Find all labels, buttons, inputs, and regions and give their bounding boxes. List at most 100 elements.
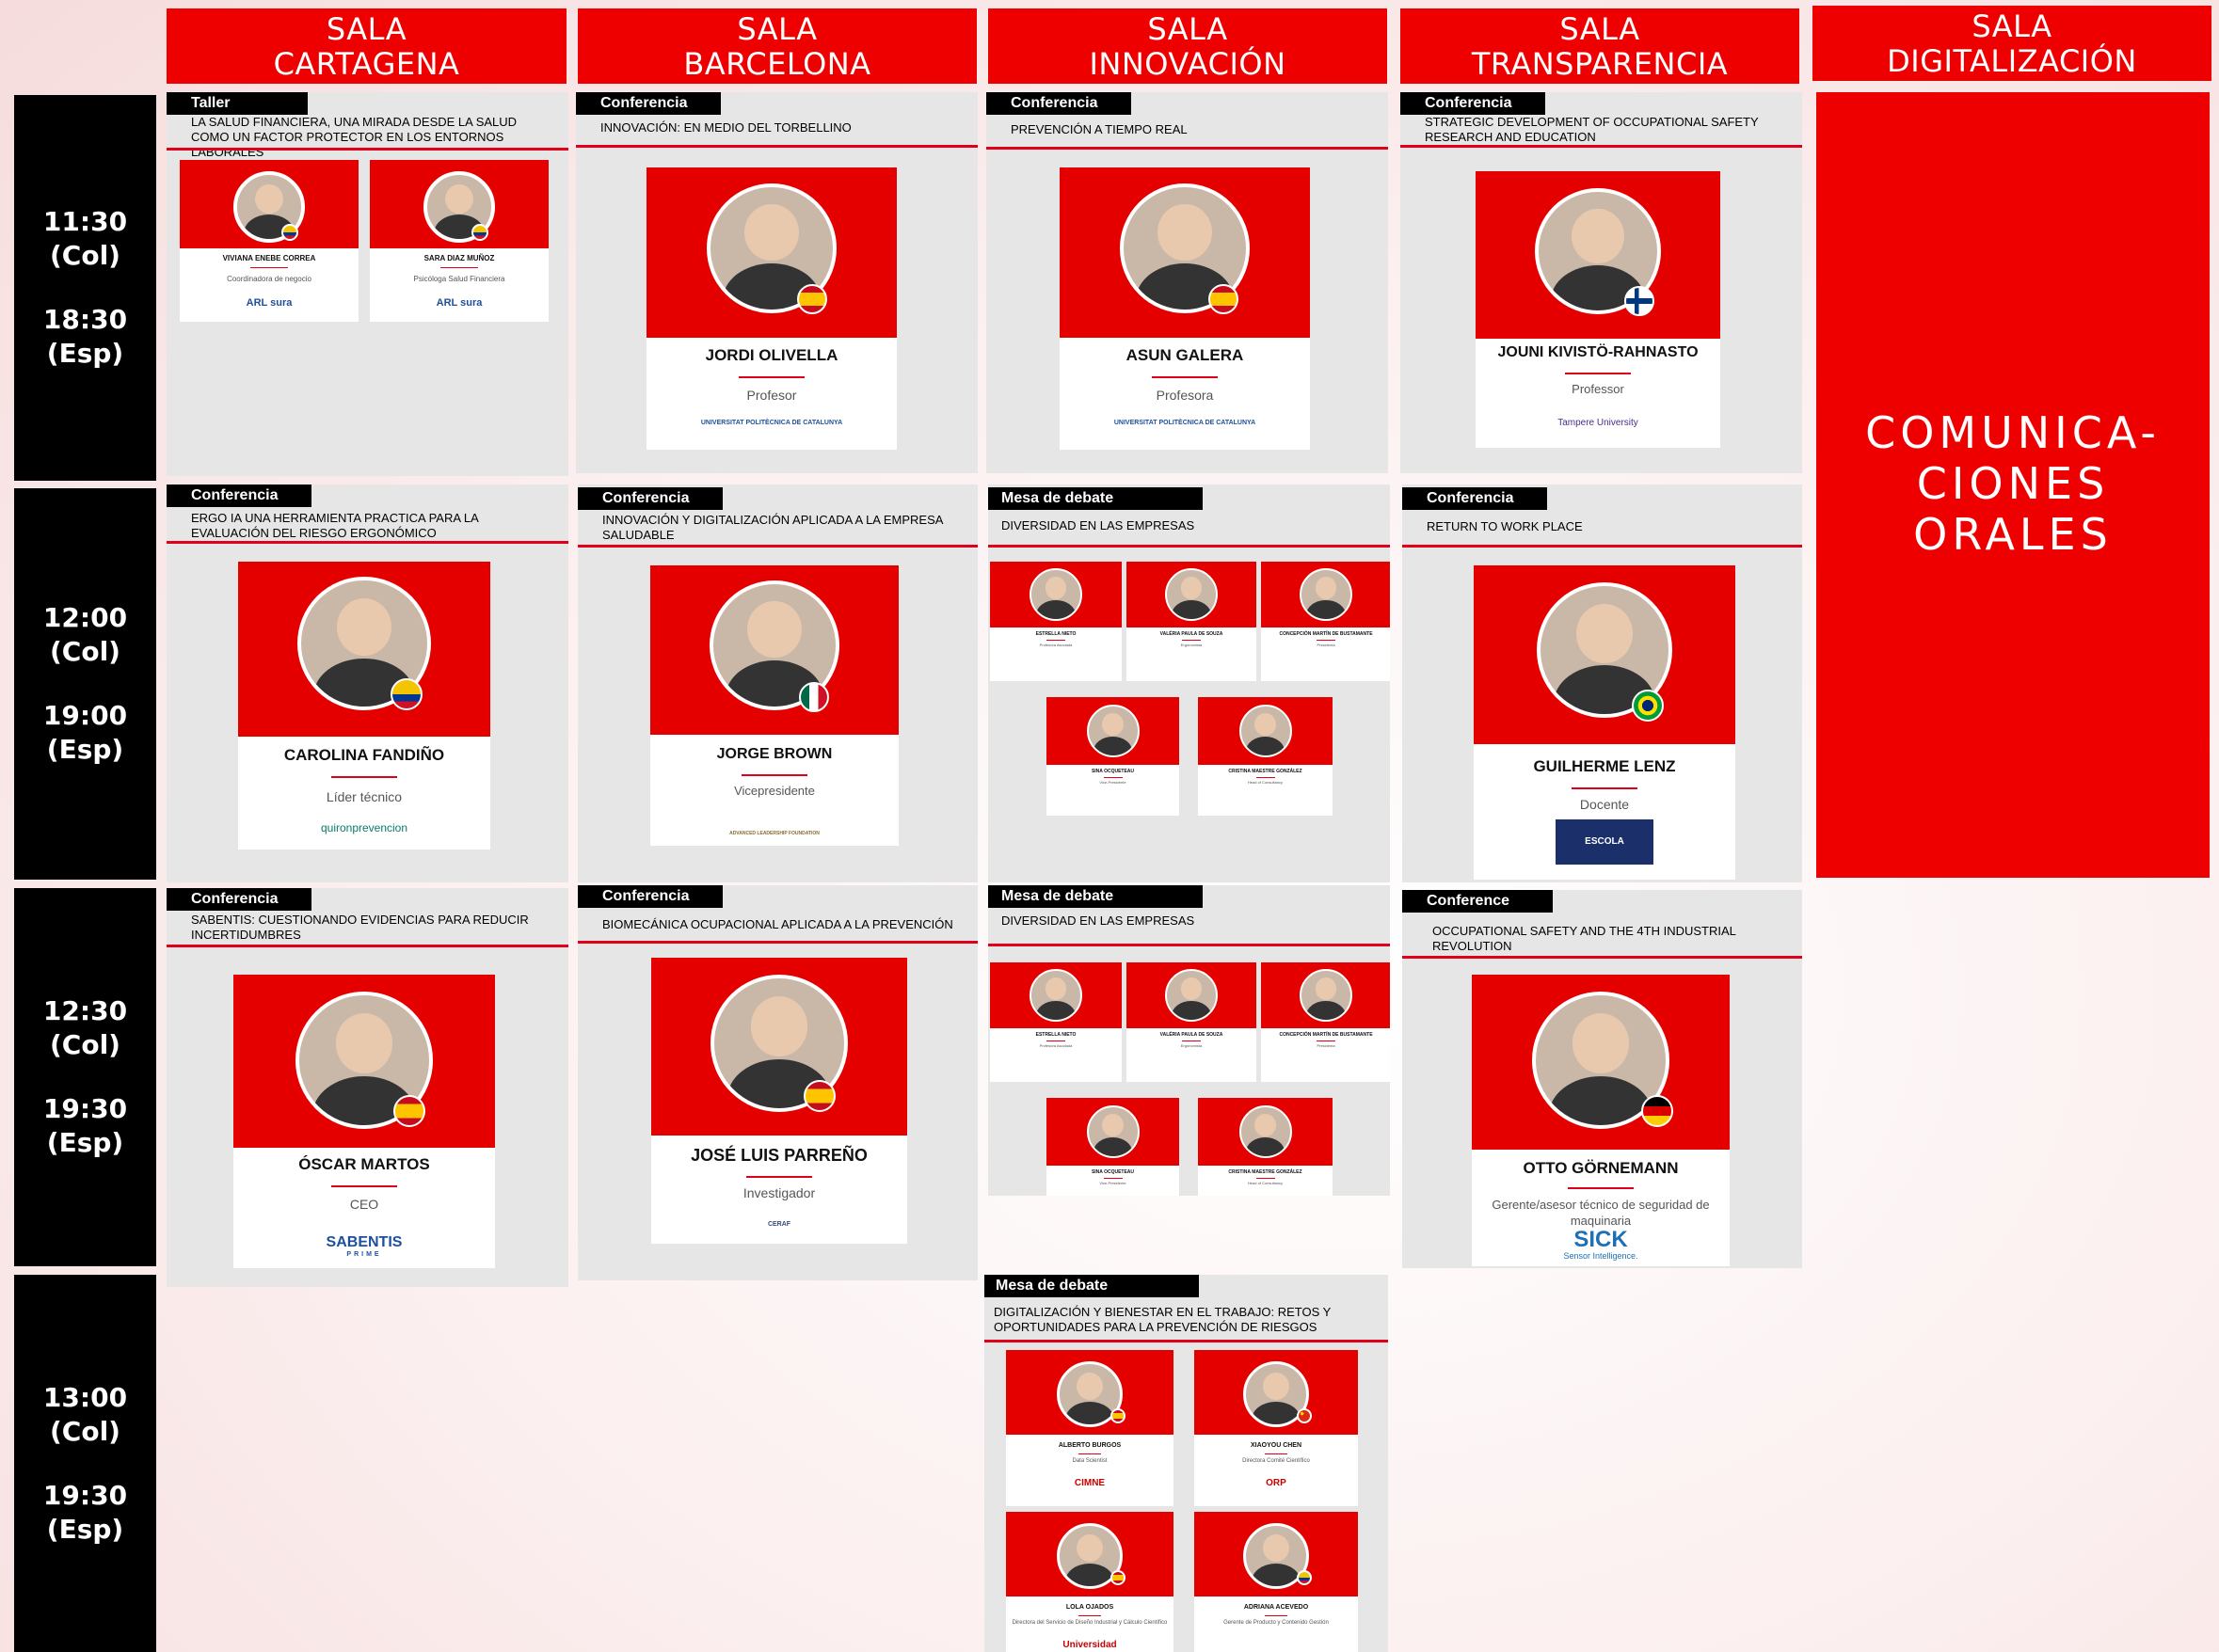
speaker-role: Coordinadora de negocio (227, 275, 311, 283)
flag-icon (1297, 1408, 1312, 1423)
speaker-role: Directora Comité Científico (1242, 1458, 1310, 1464)
time-esp: 19:30 (42, 1093, 128, 1124)
room-name: CARTAGENA (273, 46, 460, 82)
speaker-role: Head of Consultancy (1247, 1181, 1284, 1185)
speaker-name: CAROLINA FANDIÑO (283, 746, 445, 764)
panelist-card[interactable]: CRISTINA MAESTRE GONZÁLEZ Head of Consul… (1198, 697, 1333, 816)
session-title: Innovación y digitalización aplicada a l… (602, 513, 943, 542)
speaker-name: ADRIANA ACEVEDO (1243, 1604, 1309, 1611)
panelist-card[interactable]: SINA OCQUETEAU Vice-Presidente (1046, 697, 1179, 816)
room-header-digitalizacion: SALA DIGITALIZACIÓN (1812, 6, 2211, 81)
speaker-card[interactable]: VIVIANA ENEBE CORREA Coordinadora de neg… (180, 160, 359, 322)
speaker-card[interactable]: JORDI OLIVELLA Profesor UNIVERSITAT POLI… (647, 167, 897, 450)
panelist-card[interactable]: CONCEPCIÓN MARTÍN DE BUSTAMANTE Presiden… (1261, 562, 1390, 681)
speaker-photo (1165, 568, 1218, 621)
session-cartagena-1[interactable]: Taller La salud financiera, una mirada d… (167, 92, 568, 476)
session-type-tag: Conferencia (578, 487, 723, 510)
session-innovacion-3[interactable]: Mesa de debate Diversidad en las empresa… (988, 885, 1390, 1196)
time-col: 11:30 (42, 206, 128, 237)
panelist-card[interactable]: VALÉRIA PAULA DE SOUZA Ergonomista (1126, 962, 1256, 1082)
session-title: La salud financiera, una mirada desde la… (191, 115, 518, 159)
mexico-flag-icon (799, 682, 829, 712)
speaker-card[interactable]: JOUNI KIVISTÖ-RAHNASTO Professor Tampere… (1476, 171, 1720, 448)
panelist-card[interactable]: XIAOYOU CHEN Directora Comité Científico… (1194, 1350, 1358, 1506)
session-transparencia-1[interactable]: Conferencia Strategic development of occ… (1400, 92, 1802, 473)
time-col-tz: (Col) (50, 240, 120, 271)
session-innovacion-1[interactable]: Conferencia Prevención a tiempo real ASU… (986, 92, 1388, 473)
speaker-org: CERAF (767, 1221, 791, 1228)
panelist-card[interactable]: CRISTINA MAESTRE GONZÁLEZ Head of Consul… (1198, 1098, 1333, 1196)
session-title: Occupational safety and the 4th industri… (1432, 924, 1736, 953)
time-col-tz: (Col) (50, 636, 120, 667)
speaker-name: VALÉRIA PAULA DE SOUZA (1159, 1032, 1223, 1038)
flag-icon (1110, 1570, 1125, 1585)
time-col-tz: (Col) (50, 1029, 120, 1060)
speaker-name: LOLA OJADOS (1065, 1604, 1114, 1611)
panelist-card[interactable]: SINA OCQUETEAU Vice-Presidente (1046, 1098, 1179, 1196)
colombia-flag-icon (391, 678, 423, 710)
speaker-card[interactable]: ÓSCAR MARTOS CEO SABENTIS PRIME (233, 975, 495, 1268)
session-innovacion-2[interactable]: Mesa de debate Diversidad en las empresa… (988, 484, 1390, 882)
session-cartagena-2[interactable]: Conferencia Ergo IA una herramienta prac… (167, 484, 568, 882)
speaker-name: ALBERTO BURGOS (1058, 1442, 1122, 1449)
finland-flag-icon (1624, 286, 1654, 316)
room-label: SALA (1147, 11, 1228, 47)
germany-flag-icon (1641, 1095, 1673, 1127)
speaker-card[interactable]: CAROLINA FANDIÑO Líder técnico quironpre… (238, 562, 490, 850)
time-esp: 19:30 (42, 1479, 128, 1511)
speaker-card[interactable]: JORGE BROWN Vicepresidente ADVANCED LEAD… (650, 565, 899, 846)
panelist-card[interactable]: LOLA OJADOS Directora del Servicio de Di… (1006, 1512, 1173, 1652)
time-slot-2: 12:00 (Col) 19:00 (Esp) (14, 488, 156, 880)
session-transparencia-2[interactable]: Conferencia Return to work place GUILHER… (1402, 484, 1802, 882)
speaker-card[interactable]: JOSÉ LUIS PARREÑO Investigador CERAF (651, 958, 907, 1244)
panelist-card[interactable]: ESTRELLA NIETO Profesora Asociada (990, 962, 1122, 1082)
spain-flag-icon (804, 1080, 836, 1112)
speaker-name: CRISTINA MAESTRE GONZÁLEZ (1228, 1169, 1302, 1175)
panelist-card[interactable]: ESTRELLA NIETO Profesora Asociada (990, 562, 1122, 681)
speaker-org: ORP (1266, 1478, 1286, 1488)
speaker-org: Tampere University (1557, 418, 1638, 428)
speaker-org: UNIVERSITAT POLITÈCNICA DE CATALUNYA (700, 420, 843, 426)
speaker-role: Líder técnico (326, 789, 403, 804)
session-type-tag: Mesa de debate (984, 1275, 1199, 1297)
session-barcelona-1[interactable]: Conferencia Innovación: en medio del tor… (576, 92, 978, 473)
session-cartagena-3[interactable]: Conferencia Sabentis: cuestionando evide… (167, 888, 568, 1287)
spain-flag-icon (393, 1095, 425, 1127)
time-col: 12:00 (42, 602, 128, 633)
speaker-name: VALÉRIA PAULA DE SOUZA (1159, 631, 1223, 637)
room-name: BARCELONA (683, 46, 871, 82)
room-name: INNOVACIÓN (1089, 46, 1286, 82)
panelist-card[interactable]: ADRIANA ACEVEDO Gerente de Producto y Co… (1194, 1512, 1358, 1652)
spain-flag-icon (1208, 284, 1238, 314)
session-title: Strategic development of occupational sa… (1425, 115, 1759, 144)
speaker-card[interactable]: ASUN GALERA Profesora UNIVERSITAT POLITÈ… (1060, 167, 1310, 450)
speaker-role: Presidenta (1317, 643, 1335, 647)
speaker-org: ESCOLA POLITÉCNICA (1556, 819, 1653, 865)
speaker-name: ASUN GALERA (1125, 346, 1244, 364)
speaker-name: XIAOYOU CHEN (1250, 1442, 1302, 1449)
session-type-tag: Conferencia (167, 888, 311, 911)
time-slot-3: 12:30 (Col) 19:30 (Esp) (14, 888, 156, 1266)
panelist-card[interactable]: ALBERTO BURGOS Data Scientist CIMNE (1006, 1350, 1173, 1506)
speaker-card[interactable]: SARA DIAZ MUÑOZ Psicóloga Salud Financie… (370, 160, 549, 322)
speaker-card[interactable]: OTTO GÖRNEMANN Gerente/asesor técnico de… (1472, 975, 1730, 1266)
speaker-card[interactable]: GUILHERME LENZ Docente ESCOLA POLITÉCNIC… (1474, 565, 1735, 880)
panel-line: CIONES (1916, 458, 2110, 509)
speaker-org: quironprevencion (320, 821, 408, 834)
panelist-card[interactable]: CONCEPCIÓN MARTÍN DE BUSTAMANTE Presiden… (1261, 962, 1390, 1082)
panelist-card[interactable]: VALÉRIA PAULA DE SOUZA Ergonomista (1126, 562, 1256, 681)
speaker-org: CIMNE (1074, 1478, 1106, 1488)
session-type-tag: Mesa de debate (988, 885, 1203, 908)
speaker-photo (1030, 969, 1082, 1022)
session-innovacion-4[interactable]: Mesa de debate Digitalización y bienesta… (984, 1275, 1388, 1652)
speaker-name: SARA DIAZ MUÑOZ (423, 254, 495, 262)
room-label: SALA (326, 11, 407, 47)
speaker-role: Profesora Asociada (1039, 1043, 1073, 1048)
session-barcelona-3[interactable]: Conferencia Biomecánica ocupacional apli… (578, 885, 978, 1280)
session-transparencia-3[interactable]: Conference Occupational safety and the 4… (1402, 890, 1802, 1268)
session-barcelona-2[interactable]: Conferencia Innovación y digitalización … (578, 484, 978, 882)
speaker-name: JOSÉ LUIS PARREÑO (691, 1146, 868, 1165)
speaker-name: CRISTINA MAESTRE GONZÁLEZ (1228, 769, 1302, 774)
brazil-flag-icon (1632, 690, 1664, 722)
session-title: Diversidad en las empresas (1001, 913, 1195, 928)
